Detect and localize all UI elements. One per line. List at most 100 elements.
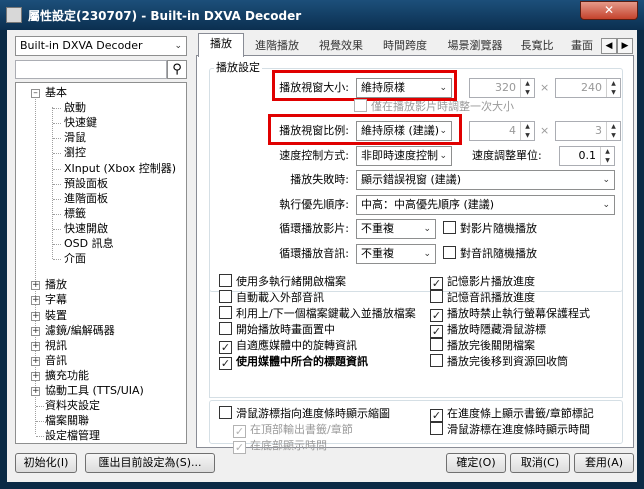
aspect-height-input[interactable]: 3 ▲ ▼ — [555, 121, 621, 141]
speed-control-label: 速度控制方式: — [279, 149, 349, 162]
priority-select[interactable]: 中高：中高優先順序 (建議) ⌄ — [356, 195, 615, 215]
tree-item-section[interactable]: 擴充功能 — [45, 368, 89, 384]
tree-item-section[interactable]: 檔案關聯 — [45, 413, 89, 429]
option-checkbox[interactable]: 播放時禁止執行螢幕保護程式 — [430, 306, 590, 322]
tab-picture[interactable]: 畫面 — [564, 37, 600, 57]
tree-item-section[interactable]: 濾鏡/編解碼器 — [45, 323, 115, 339]
tree-item[interactable]: 快速開啟 — [64, 221, 108, 237]
expand-icon[interactable]: + — [31, 372, 40, 381]
option-checkbox[interactable]: 使用媒體中所合的標題資訊 — [219, 354, 368, 370]
tree-item-section[interactable]: 資料夾設定 — [45, 398, 100, 414]
chevron-down-icon: ⌄ — [423, 249, 431, 259]
expand-icon[interactable]: + — [31, 296, 40, 305]
loop-video-select[interactable]: 不重複 ⌄ — [356, 219, 436, 239]
tree-item[interactable]: 標籤 — [64, 206, 86, 222]
adjust-once-checkbox[interactable]: 僅在播放影片時調整一次大小 — [354, 99, 514, 115]
search-input[interactable] — [15, 60, 167, 79]
option-label: 自適應媒體中的旋轉資訊 — [236, 339, 357, 352]
tab-scroll-left-icon[interactable]: ◀ — [601, 38, 617, 54]
expand-icon[interactable]: + — [31, 357, 40, 366]
tree-item-section[interactable]: 裝置 — [45, 308, 67, 324]
tab-advanced-playback[interactable]: 進階播放 — [248, 37, 306, 57]
tree-item[interactable]: 快速鍵 — [64, 115, 97, 131]
seekbar-thumbnail-checkbox[interactable]: 滑鼠游標指向進度條時顯示縮圖 — [219, 406, 390, 422]
checkbox-icon — [219, 322, 232, 335]
tree-item[interactable]: 進階面板 — [64, 191, 108, 207]
speed-control-value: 非即時速度控制 — [361, 149, 438, 162]
speed-control-select[interactable]: 非即時速度控制 ⌄ — [356, 146, 452, 166]
chevron-down-icon: ⌄ — [174, 41, 182, 51]
tree-item-section[interactable]: 協動工具 (TTS/UIA) — [45, 383, 144, 399]
option-checkbox[interactable]: 播放完後移到資源回收筒 — [430, 354, 568, 370]
search-icon[interactable]: ⚲ — [167, 60, 187, 79]
thumbnail-bottom-time-label: 在底部顯示時間 — [250, 439, 327, 452]
seekbar-time-checkbox[interactable]: 滑鼠游標在進度條時顯示時間 — [430, 422, 590, 438]
checkbox-icon — [430, 409, 443, 422]
expand-icon[interactable]: + — [31, 312, 40, 321]
aspect-width-input[interactable]: 4 ▲ ▼ — [469, 121, 535, 141]
tree-item-section[interactable]: 視訊 — [45, 338, 67, 354]
expand-icon[interactable]: + — [31, 281, 40, 290]
tree-item-basic[interactable]: 基本 — [45, 85, 67, 101]
option-checkbox[interactable]: 記憶影片播放進度 — [430, 274, 535, 290]
shuffle-video-label: 對影片隨機播放 — [460, 222, 537, 235]
tab-playback[interactable]: 播放 — [198, 33, 244, 57]
cancel-button[interactable]: 取消(C) — [510, 453, 570, 473]
option-label: 使用多執行緒開啟檔案 — [236, 275, 346, 288]
tree-item[interactable]: 介面 — [64, 251, 86, 267]
tab-time-span[interactable]: 時間跨度 — [376, 37, 434, 57]
expand-icon[interactable]: + — [31, 342, 40, 351]
filter-select[interactable]: Built-in DXVA Decoder ⌄ — [15, 36, 187, 56]
tree-item-section[interactable]: 設定檔管理 — [45, 428, 100, 443]
option-checkbox[interactable]: 開始播放時畫面置中 — [219, 322, 335, 338]
seekbar-chapter-marks-checkbox[interactable]: 在進度條上顯示書籤/章節標記 — [430, 406, 594, 422]
option-label: 利用上/下一個檔案鍵載入並播放檔案 — [236, 307, 416, 320]
tree-item-section[interactable]: 字幕 — [45, 292, 67, 308]
apply-button[interactable]: 套用(A) — [574, 453, 634, 473]
tree-item[interactable]: 滑鼠 — [64, 130, 86, 146]
close-button[interactable]: ✕ — [580, 1, 638, 20]
window-width-input[interactable]: 320 ▲ ▼ — [469, 78, 535, 98]
expand-icon[interactable]: + — [31, 327, 40, 336]
export-settings-button[interactable]: 匯出目前設定為(S)... — [85, 453, 215, 473]
tree-item[interactable]: XInput (Xbox 控制器) — [64, 161, 176, 177]
play-failure-select[interactable]: 顯示錯誤視窗 (建議) ⌄ — [356, 170, 615, 190]
checkbox-icon — [430, 338, 443, 351]
tab-visual-effects[interactable]: 視覺效果 — [312, 37, 370, 57]
option-checkbox[interactable]: 利用上/下一個檔案鍵載入並播放檔案 — [219, 306, 416, 322]
option-checkbox[interactable]: 使用多執行緒開啟檔案 — [219, 274, 346, 290]
expand-icon[interactable]: + — [31, 387, 40, 396]
tree-item[interactable]: 啟動 — [64, 100, 86, 116]
thumbnail-bottom-time-checkbox[interactable]: 在底部顯示時間 — [233, 438, 327, 454]
settings-tree[interactable]: – 基本 啟動 快速鍵 滑鼠 瀏控 XInput (Xbox 控制器) 預設面板… — [15, 82, 187, 444]
spinner-icon[interactable]: ▲ ▼ — [520, 79, 534, 97]
window-height-input[interactable]: 240 ▲ ▼ — [555, 78, 621, 98]
spinner-icon[interactable]: ▲ ▼ — [606, 79, 620, 97]
tab-scene-browser[interactable]: 場景瀏覽器 — [440, 37, 510, 57]
spinner-icon[interactable]: ▲ ▼ — [600, 147, 614, 165]
option-checkbox[interactable]: 播放時隱藏滑鼠游標 — [430, 322, 546, 338]
tree-item[interactable]: 瀏控 — [64, 145, 86, 161]
checkbox-icon — [219, 306, 232, 319]
loop-audio-select[interactable]: 不重複 ⌄ — [356, 244, 436, 264]
speed-unit-input[interactable]: 0.1 ▲ ▼ — [559, 146, 615, 166]
tree-item-section[interactable]: 播放 — [45, 277, 67, 293]
tree-item[interactable]: OSD 訊息 — [64, 236, 114, 252]
shuffle-audio-checkbox[interactable]: 對音訊隨機播放 — [443, 246, 537, 262]
tab-scroll-right-icon[interactable]: ▶ — [617, 38, 633, 54]
option-checkbox[interactable]: 自動載入外部音訊 — [219, 290, 324, 306]
shuffle-video-checkbox[interactable]: 對影片隨機播放 — [443, 221, 537, 237]
collapse-icon[interactable]: – — [31, 89, 40, 98]
ok-button[interactable]: 確定(O) — [446, 453, 506, 473]
tree-item[interactable]: 預設面板 — [64, 176, 108, 192]
option-checkbox[interactable]: 播放完後關閉檔案 — [430, 338, 535, 354]
option-checkbox[interactable]: 記憶音訊播放進度 — [430, 290, 535, 306]
spinner-icon[interactable]: ▲ ▼ — [606, 122, 620, 140]
thumbnail-top-chapters-checkbox[interactable]: 在頂部輸出書籤/章節 — [233, 422, 353, 438]
option-checkbox[interactable]: 自適應媒體中的旋轉資訊 — [219, 338, 357, 354]
initialize-button[interactable]: 初始化(I) — [15, 453, 77, 473]
tree-item-section[interactable]: 音訊 — [45, 353, 67, 369]
spinner-icon[interactable]: ▲ ▼ — [520, 122, 534, 140]
tab-aspect-ratio[interactable]: 長寬比 — [514, 37, 560, 57]
option-label: 自動載入外部音訊 — [236, 291, 324, 304]
